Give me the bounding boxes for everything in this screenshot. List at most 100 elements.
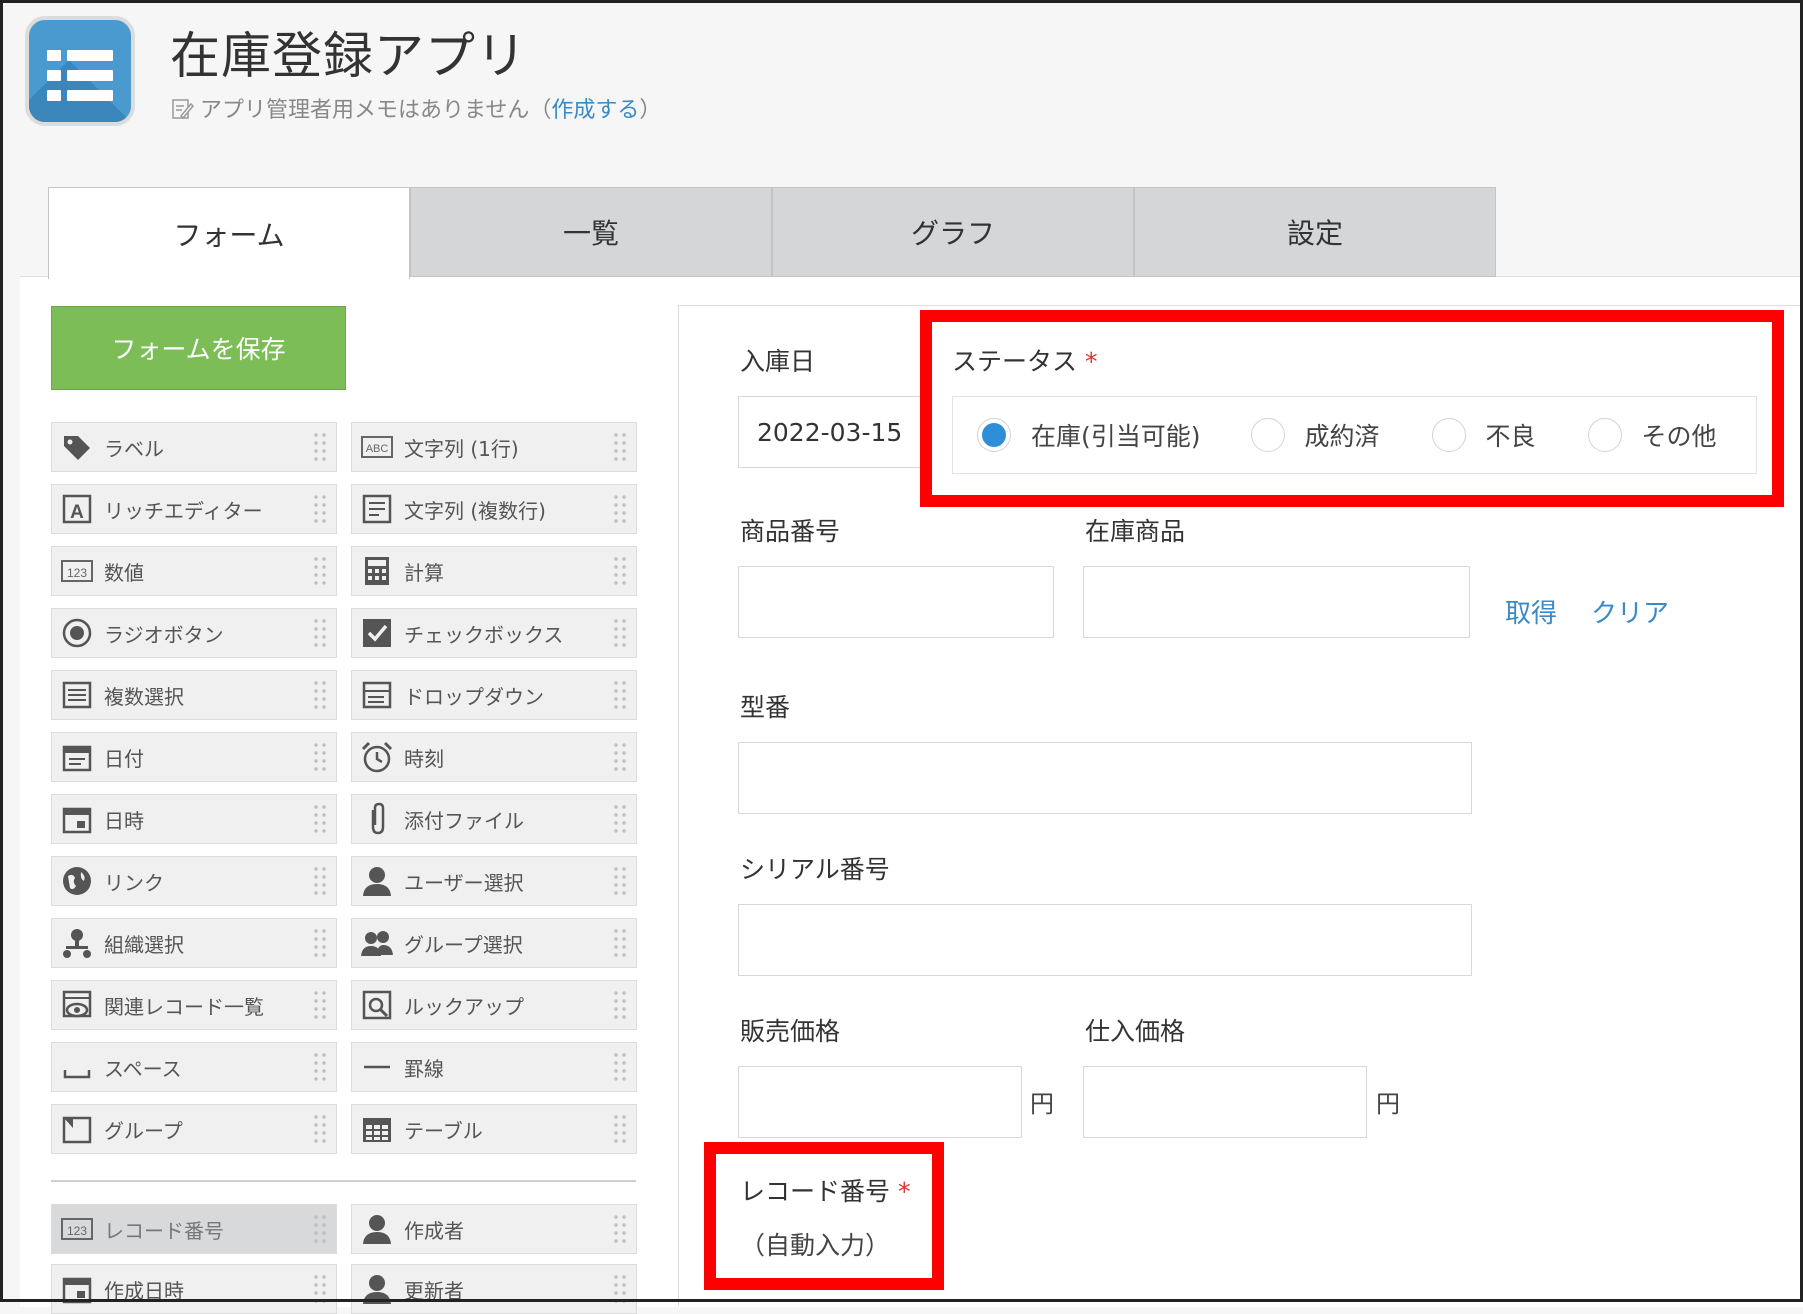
fetch-link[interactable]: 取得 <box>1505 593 1557 630</box>
app-title: 在庫登録アプリ <box>170 27 527 85</box>
org-select-icon <box>63 929 91 958</box>
palette-item[interactable]: ルックアップ <box>351 980 637 1030</box>
palette-item[interactable]: 123 レコード番号 <box>51 1204 337 1254</box>
drag-handle-icon[interactable] <box>312 865 328 899</box>
user-icon <box>363 867 391 896</box>
drag-handle-icon[interactable] <box>612 1051 628 1085</box>
group-icon <box>62 1116 92 1144</box>
palette-item-label: 数値 <box>104 560 144 585</box>
palette-item-label: 文字列 (1行) <box>404 436 519 461</box>
palette-item[interactable]: 文字列 (複数行) <box>351 484 637 534</box>
drag-handle-icon[interactable] <box>612 865 628 899</box>
tab-graph[interactable]: グラフ <box>772 187 1134 277</box>
palette-item[interactable]: チェックボックス <box>351 608 637 658</box>
user-icon <box>363 1275 391 1304</box>
model-label: 型番 <box>740 693 791 722</box>
clear-link[interactable]: クリア <box>1591 593 1669 630</box>
drag-handle-icon[interactable] <box>312 617 328 651</box>
palette-item[interactable]: 計算 <box>351 546 637 596</box>
entry-date-input[interactable]: 2022-03-15 <box>738 396 924 468</box>
memo-create-link[interactable]: 作成する <box>551 92 639 124</box>
drag-handle-icon[interactable] <box>612 617 628 651</box>
palette-item[interactable]: 複数選択 <box>51 670 337 720</box>
palette-item-label: グループ選択 <box>404 932 523 957</box>
palette-item[interactable]: ABC 文字列 (1行) <box>351 422 637 472</box>
drag-handle-icon[interactable] <box>312 1113 328 1147</box>
drag-handle-icon[interactable] <box>312 555 328 589</box>
palette-item[interactable]: ラジオボタン <box>51 608 337 658</box>
drag-handle-icon[interactable] <box>612 989 628 1023</box>
drag-handle-icon[interactable] <box>312 493 328 527</box>
record-number-highlight-box <box>704 1142 944 1290</box>
palette-item-label: レコード番号 <box>104 1218 224 1243</box>
serial-input[interactable] <box>738 904 1472 976</box>
palette-item[interactable]: 日付 <box>51 732 337 782</box>
purchase-price-input[interactable] <box>1083 1066 1367 1138</box>
palette-item[interactable]: リンク <box>51 856 337 906</box>
palette-item[interactable]: スペース <box>51 1042 337 1092</box>
drag-handle-icon[interactable] <box>612 493 628 527</box>
model-input[interactable] <box>738 742 1472 814</box>
palette-item[interactable]: グループ選択 <box>351 918 637 968</box>
palette-item-label: チェックボックス <box>404 622 564 647</box>
drag-handle-icon[interactable] <box>612 555 628 589</box>
palette-item-label: 複数選択 <box>104 684 184 709</box>
tab-list[interactable]: 一覧 <box>410 187 772 277</box>
sale-price-input[interactable] <box>738 1066 1022 1138</box>
palette-item-label: リンク <box>104 870 164 895</box>
palette-item[interactable]: 更新者 <box>351 1264 637 1314</box>
palette-item[interactable]: ラベル <box>51 422 337 472</box>
sale-price-unit: 円 <box>1030 1090 1054 1118</box>
save-form-button[interactable]: フォームを保存 <box>51 306 346 390</box>
product-number-label: 商品番号 <box>740 517 841 546</box>
drag-handle-icon[interactable] <box>312 989 328 1023</box>
tab-settings[interactable]: 設定 <box>1134 187 1496 277</box>
palette-item[interactable]: 添付ファイル <box>351 794 637 844</box>
palette-item[interactable]: 関連レコード一覧 <box>51 980 337 1030</box>
palette-item[interactable]: A リッチエディター <box>51 484 337 534</box>
datetime-icon <box>62 1277 92 1304</box>
palette-item[interactable]: 作成者 <box>351 1204 637 1254</box>
drag-handle-icon[interactable] <box>312 927 328 961</box>
drag-handle-icon[interactable] <box>312 679 328 713</box>
memo-paren-open: （ <box>529 98 552 123</box>
tab-form[interactable]: フォーム <box>48 187 410 279</box>
palette-item-label: 添付ファイル <box>404 808 524 833</box>
palette-item-label: 日付 <box>104 746 144 771</box>
group-users-icon <box>361 931 393 956</box>
palette-item-label: ラジオボタン <box>104 622 224 647</box>
palette-item[interactable]: グループ <box>51 1104 337 1154</box>
drag-handle-icon[interactable] <box>312 431 328 465</box>
paperclip-icon <box>371 802 385 835</box>
drag-handle-icon[interactable] <box>612 927 628 961</box>
palette-item[interactable]: テーブル <box>351 1104 637 1154</box>
palette-item[interactable]: ユーザー選択 <box>351 856 637 906</box>
palette-item[interactable]: 123 数値 <box>51 546 337 596</box>
calculator-icon <box>365 557 389 585</box>
stock-item-input[interactable] <box>1083 566 1470 638</box>
drag-handle-icon[interactable] <box>312 1051 328 1085</box>
drag-handle-icon[interactable] <box>612 431 628 465</box>
entry-date-value: 2022-03-15 <box>757 417 903 447</box>
palette-item[interactable]: 時刻 <box>351 732 637 782</box>
drag-handle-icon[interactable] <box>612 1213 628 1247</box>
palette-item[interactable]: ドロップダウン <box>351 670 637 720</box>
palette-divider <box>51 1180 636 1182</box>
radio-button-icon <box>62 618 92 648</box>
drag-handle-icon[interactable] <box>612 679 628 713</box>
palette-item-label: グループ <box>104 1118 183 1143</box>
palette-item-label: 組織選択 <box>104 932 184 957</box>
palette-item[interactable]: 罫線 <box>351 1042 637 1092</box>
product-number-input[interactable] <box>738 566 1054 638</box>
drag-handle-icon[interactable] <box>312 1213 328 1247</box>
related-records-icon <box>62 990 92 1018</box>
stock-item-label: 在庫商品 <box>1085 517 1186 546</box>
drag-handle-icon[interactable] <box>612 803 628 837</box>
drag-handle-icon[interactable] <box>612 1113 628 1147</box>
palette-item[interactable]: 日時 <box>51 794 337 844</box>
drag-handle-icon[interactable] <box>312 803 328 837</box>
drag-handle-icon[interactable] <box>312 741 328 775</box>
drag-handle-icon[interactable] <box>612 741 628 775</box>
palette-item[interactable]: 作成日時 <box>51 1264 337 1314</box>
palette-item[interactable]: 組織選択 <box>51 918 337 968</box>
